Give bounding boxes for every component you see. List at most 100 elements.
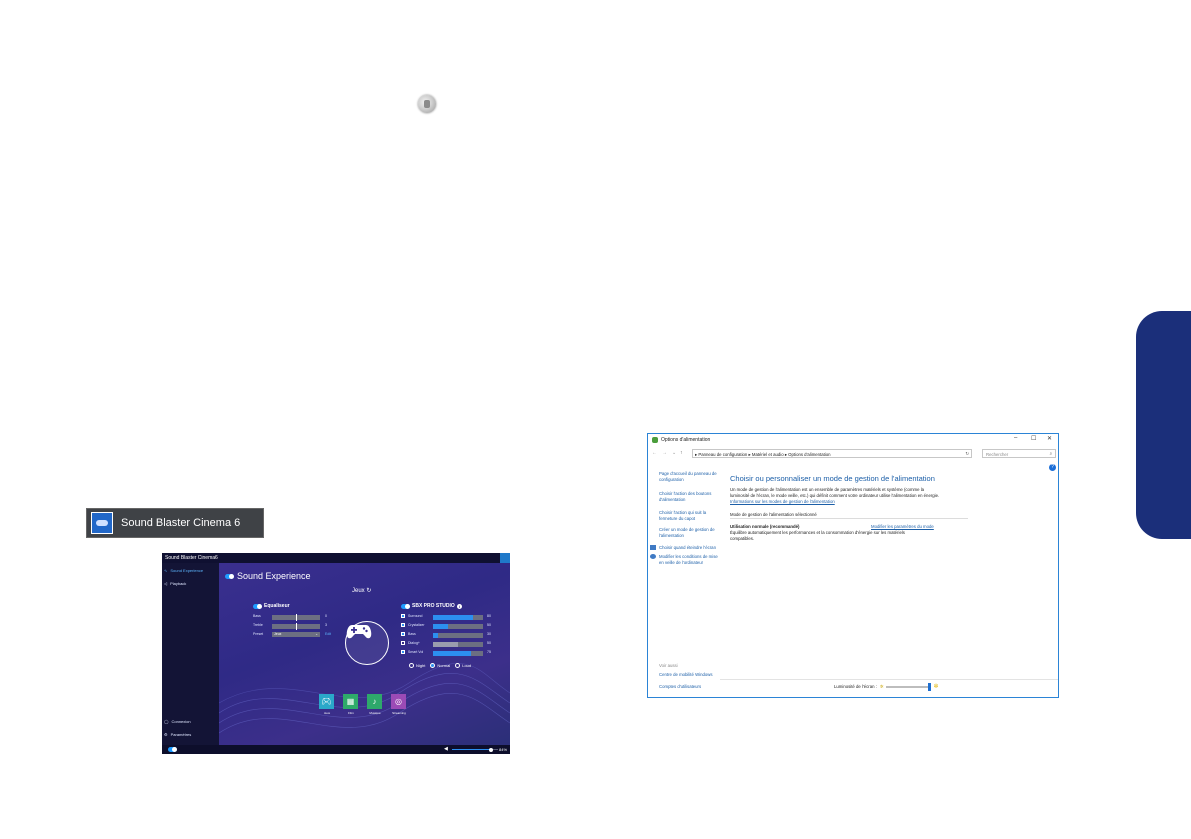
checkbox[interactable]	[401, 650, 405, 654]
sbx-value: 50	[487, 623, 491, 627]
volume-thumb[interactable]	[488, 747, 493, 752]
sbx-slider[interactable]	[433, 615, 483, 620]
link-display-off[interactable]: Choisir quand éteindre l'écran	[650, 545, 723, 551]
link-sleep[interactable]: Modifier les conditions de mise en veill…	[650, 554, 723, 566]
brightness-thumb[interactable]	[928, 682, 932, 691]
address-bar[interactable]: ▸ Panneau de configuration ▸ Matériel et…	[692, 449, 972, 458]
link-label: Modifier les conditions de mise en veill…	[659, 554, 718, 565]
profile-tile-jeux[interactable]: 🎮︎	[319, 694, 334, 709]
link-mobility-center[interactable]: Centre de mobilité Windows	[659, 672, 723, 678]
forward-arrow-icon[interactable]: →	[662, 450, 667, 456]
refresh-icon[interactable]: ↻	[965, 451, 969, 457]
sound-blaster-app-icon	[91, 512, 113, 534]
eq-edit-link[interactable]: Edit	[325, 632, 331, 636]
search-input[interactable]: Rechercher ⌕	[982, 449, 1056, 458]
chevron-down-icon: ⌄	[315, 632, 318, 636]
eq-slider-treble[interactable]	[272, 623, 320, 630]
eq-slider-bass[interactable]	[272, 614, 320, 621]
sound-blaster-start-tile[interactable]: Sound Blaster Cinema 6	[86, 508, 264, 538]
sb-nav-sound-experience[interactable]: ∿ Sound Experience	[164, 568, 203, 573]
profile-title: Jeux ↻	[352, 587, 371, 594]
sb-bottom-bar: ◀ 84%	[162, 745, 510, 754]
equalizer-title: Equaliseur	[264, 603, 290, 609]
equalizer-toggle[interactable]	[253, 603, 262, 609]
sb-nav-parametres[interactable]: ⚙ Paramètres	[164, 732, 191, 737]
profile-tile-musique[interactable]: ♪	[367, 694, 382, 709]
speaker-small-icon: ◁	[164, 581, 168, 586]
checkbox[interactable]	[401, 632, 405, 636]
radio-loud[interactable]: Loud	[455, 663, 471, 668]
sound-experience-toggle[interactable]	[225, 573, 234, 579]
profile-tile-label: Film	[348, 711, 354, 715]
sbx-slider[interactable]	[433, 624, 483, 629]
pw-titlebar: Options d'alimentation – ☐ ✕	[648, 434, 1058, 446]
up-arrow-icon[interactable]: ↑	[680, 450, 683, 456]
waveform-icon: ∿	[164, 568, 168, 573]
divider	[730, 518, 968, 519]
help-icon[interactable]: ?	[1049, 464, 1056, 471]
maximize-button[interactable]: ☐	[1031, 435, 1036, 442]
checkbox[interactable]	[401, 641, 405, 645]
link-label: Choisir quand éteindre l'écran	[659, 545, 716, 550]
pw-title: Options d'alimentation	[661, 437, 711, 443]
sbx-toggle[interactable]	[401, 603, 410, 609]
stream-icon: ◎	[395, 697, 402, 706]
sound-blaster-tile-label: Sound Blaster Cinema 6	[121, 517, 241, 529]
reset-icon[interactable]: ↻	[366, 588, 371, 594]
profile-name: Jeux	[352, 588, 365, 594]
link-create-plan[interactable]: Créer un mode de gestion de l'alimentati…	[659, 527, 723, 539]
master-toggle[interactable]	[168, 747, 177, 752]
sbx-slider[interactable]	[433, 651, 483, 656]
info-icon[interactable]: i	[456, 603, 462, 609]
eq-row-treble: Treble	[253, 623, 263, 627]
power-app-icon	[652, 437, 658, 443]
monitor-icon	[650, 545, 656, 550]
sbx-slider[interactable]	[433, 642, 483, 647]
sb-header: Sound Experience	[225, 571, 311, 581]
search-icon: ⌕	[1049, 451, 1052, 456]
section-side-tab	[1136, 311, 1191, 539]
brightness-slider[interactable]	[886, 682, 932, 691]
profile-tile-film[interactable]: ▦	[343, 694, 358, 709]
close-button[interactable]: ✕	[1047, 435, 1052, 442]
sbx-slider-fill	[433, 642, 458, 647]
sound-blaster-window: Sound Blaster Cinema6 ∿ Sound Experience…	[162, 553, 510, 754]
link-home[interactable]: Page d'accueil du panneau de configurati…	[659, 471, 723, 483]
eq-preset-select[interactable]: Jeux ⌄	[272, 632, 320, 637]
profile-tile-label: Musique	[369, 711, 381, 715]
radio-label: Loud	[462, 663, 472, 668]
gamepad-icon	[345, 621, 389, 665]
minimize-button[interactable]: –	[1014, 435, 1017, 441]
eq-slider-knob[interactable]	[296, 623, 297, 630]
radio-normal[interactable]: Normal	[430, 663, 450, 668]
sb-nav-connexion[interactable]: ◯ Connexion	[164, 719, 191, 724]
checkbox[interactable]	[401, 614, 405, 618]
profile-tile-label: Streaming	[392, 711, 406, 715]
sbx-slider[interactable]	[433, 633, 483, 638]
link-power-buttons[interactable]: Choisir l'action des boutons d'alimentat…	[659, 491, 723, 503]
sb-title: Sound Blaster Cinema6	[165, 555, 218, 561]
link-lid-action[interactable]: Choisir l'action qui suit la fermeture d…	[659, 510, 723, 522]
radio-night[interactable]: Night	[409, 663, 425, 668]
pw-main-pane: Choisir ou personnaliser un mode de gest…	[730, 464, 1050, 694]
sbx-value: 30	[487, 632, 491, 636]
profile-tile-streaming[interactable]: ◎	[391, 694, 406, 709]
checkbox[interactable]	[401, 623, 405, 627]
sbx-label: Dialog+	[408, 641, 420, 645]
equalizer-section-title: Equaliseur	[253, 603, 290, 609]
eq-slider-knob[interactable]	[296, 614, 297, 621]
sbx-slider-fill	[433, 633, 438, 638]
change-plan-settings-link[interactable]: Modifier les paramètres du mode	[871, 524, 934, 530]
sb-sidebar: ∿ Sound Experience ◁ Playback ◯ Connexio…	[162, 563, 219, 745]
moon-icon	[650, 554, 656, 559]
sb-nav-playback[interactable]: ◁ Playback	[164, 581, 186, 586]
intro-link[interactable]: Informations sur les modes de gestion de…	[730, 499, 835, 504]
link-user-accounts[interactable]: Comptes d'utilisateurs	[659, 684, 723, 690]
plan-radio[interactable]: Utilisation normale (recommandé)	[730, 524, 799, 530]
chevron-down-icon[interactable]: ⌄	[672, 450, 676, 456]
eq-label: Bass	[253, 614, 261, 618]
back-arrow-icon[interactable]: ←	[652, 450, 657, 456]
volume-slider[interactable]	[452, 747, 498, 752]
sbx-section-title: SBX PRO STUDIO i	[401, 603, 462, 609]
gamepad-icon: 🎮︎	[321, 697, 332, 706]
